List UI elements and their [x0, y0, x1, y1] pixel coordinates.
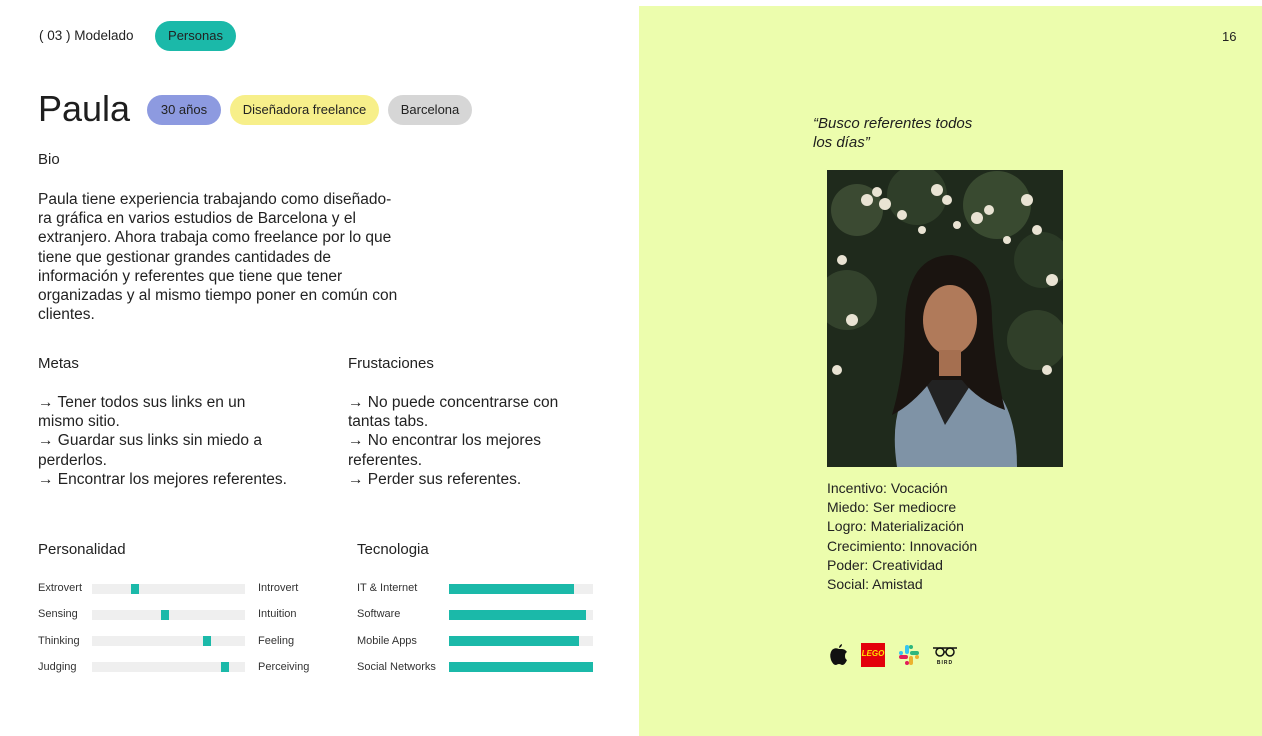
tag-age: 30 años	[147, 95, 221, 125]
scale-left-label: Judging	[38, 661, 77, 673]
goal-line: → Encontrar los mejores referentes.	[38, 470, 287, 488]
quote-line: “Busco referentes todos	[813, 115, 973, 132]
personality-marker	[221, 662, 229, 672]
personality-marker	[161, 610, 169, 620]
personality-title: Personalidad	[38, 541, 126, 558]
bird-logo-text: BIRD	[936, 660, 954, 666]
scale-left-label: Thinking	[38, 635, 80, 647]
tech-label: IT & Internet	[357, 582, 418, 594]
quote: “Busco referentes todos los días”	[813, 114, 972, 152]
tech-fill	[449, 662, 593, 672]
bio-line: organizadas y al mismo tiempo poner en c…	[38, 287, 398, 305]
attribute-line: Crecimiento: Innovación	[827, 537, 978, 554]
attribute-line: Incentivo: Vocación	[827, 480, 948, 496]
tech-track	[449, 636, 593, 646]
bio-line: Paula tiene experiencia trabajando como …	[38, 191, 392, 208]
tech-label: Software	[357, 608, 401, 620]
bio-text: Paula tiene experiencia trabajando como …	[38, 190, 458, 324]
frustration-line: → No encontrar los mejores	[348, 432, 541, 450]
technology-title: Tecnologia	[357, 541, 429, 558]
page-number: 16	[1222, 29, 1237, 44]
quote-line: los días”	[813, 134, 870, 151]
bio-line: clientes.	[38, 306, 95, 324]
goals-title: Metas	[38, 355, 79, 372]
frustrations-list: → No puede concentrarse con tantas tabs.…	[348, 393, 618, 489]
attributes-list: Incentivo: Vocación Miedo: Ser mediocre …	[827, 479, 977, 594]
bio-line: tiene que gestionar grandes cantidades d…	[38, 248, 331, 266]
tech-fill	[449, 584, 575, 594]
section-tag[interactable]: Personas	[155, 21, 236, 51]
lego-logo-text: LEGO	[861, 649, 885, 658]
scale-left-label: Extrovert	[38, 582, 83, 594]
frustration-line: → No puede concentrarse con	[348, 394, 559, 411]
lego-icon: LEGO	[861, 643, 885, 667]
attribute-line: Social: Amistad	[827, 576, 923, 593]
tech-track	[449, 662, 593, 672]
bird-icon: BIRD	[931, 643, 959, 667]
slack-icon	[897, 643, 921, 667]
personality-track	[92, 662, 245, 672]
tech-track	[449, 584, 593, 594]
attribute-line: Logro: Materialización	[827, 518, 964, 535]
tech-label: Social Networks	[357, 661, 436, 673]
frustration-line: referentes.	[348, 451, 423, 469]
tech-fill	[449, 636, 579, 646]
frustrations-title: Frustaciones	[348, 355, 434, 372]
scale-left-label: Sensing	[38, 608, 78, 620]
personality-track	[92, 610, 245, 620]
goals-list: → Tener todos sus links en un mismo siti…	[38, 393, 328, 489]
goal-line: → Guardar sus links sin miedo a	[38, 432, 262, 450]
apple-icon	[829, 643, 849, 667]
frustration-line: → Perder sus referentes.	[348, 470, 522, 488]
tech-label: Mobile Apps	[357, 635, 417, 647]
bio-line: extranjero. Ahora trabaja como freelance…	[38, 229, 392, 247]
personality-marker	[131, 584, 139, 594]
tech-track	[449, 610, 593, 620]
goal-line: mismo sitio.	[38, 413, 120, 431]
scale-right-label: Introvert	[258, 582, 299, 594]
goal-line: perderlos.	[38, 451, 107, 469]
goal-line: → Tener todos sus links en un	[38, 394, 246, 411]
attribute-line: Miedo: Ser mediocre	[827, 499, 957, 516]
attribute-line: Poder: Creatividad	[827, 556, 943, 573]
tag-occupation: Diseñadora freelance	[230, 95, 379, 125]
bio-line: ra gráfica en varios estudios de Barcelo…	[38, 210, 356, 228]
scale-right-label: Intuition	[258, 608, 297, 620]
portrait-illustration	[827, 170, 1063, 467]
scale-right-label: Perceiving	[258, 661, 310, 673]
bio-title: Bio	[38, 151, 60, 168]
personality-track	[92, 636, 245, 646]
frustration-line: tantas tabs.	[348, 413, 429, 431]
persona-name: Paula	[38, 88, 131, 129]
breadcrumb: ( 03 ) Modelado	[39, 28, 134, 43]
tech-fill	[449, 610, 586, 620]
tag-location: Barcelona	[388, 95, 472, 125]
persona-photo	[827, 170, 1063, 467]
bio-line: información y referentes que tiene que t…	[38, 267, 343, 285]
scale-right-label: Feeling	[258, 635, 295, 647]
personality-track	[92, 584, 245, 594]
personality-marker	[203, 636, 211, 646]
